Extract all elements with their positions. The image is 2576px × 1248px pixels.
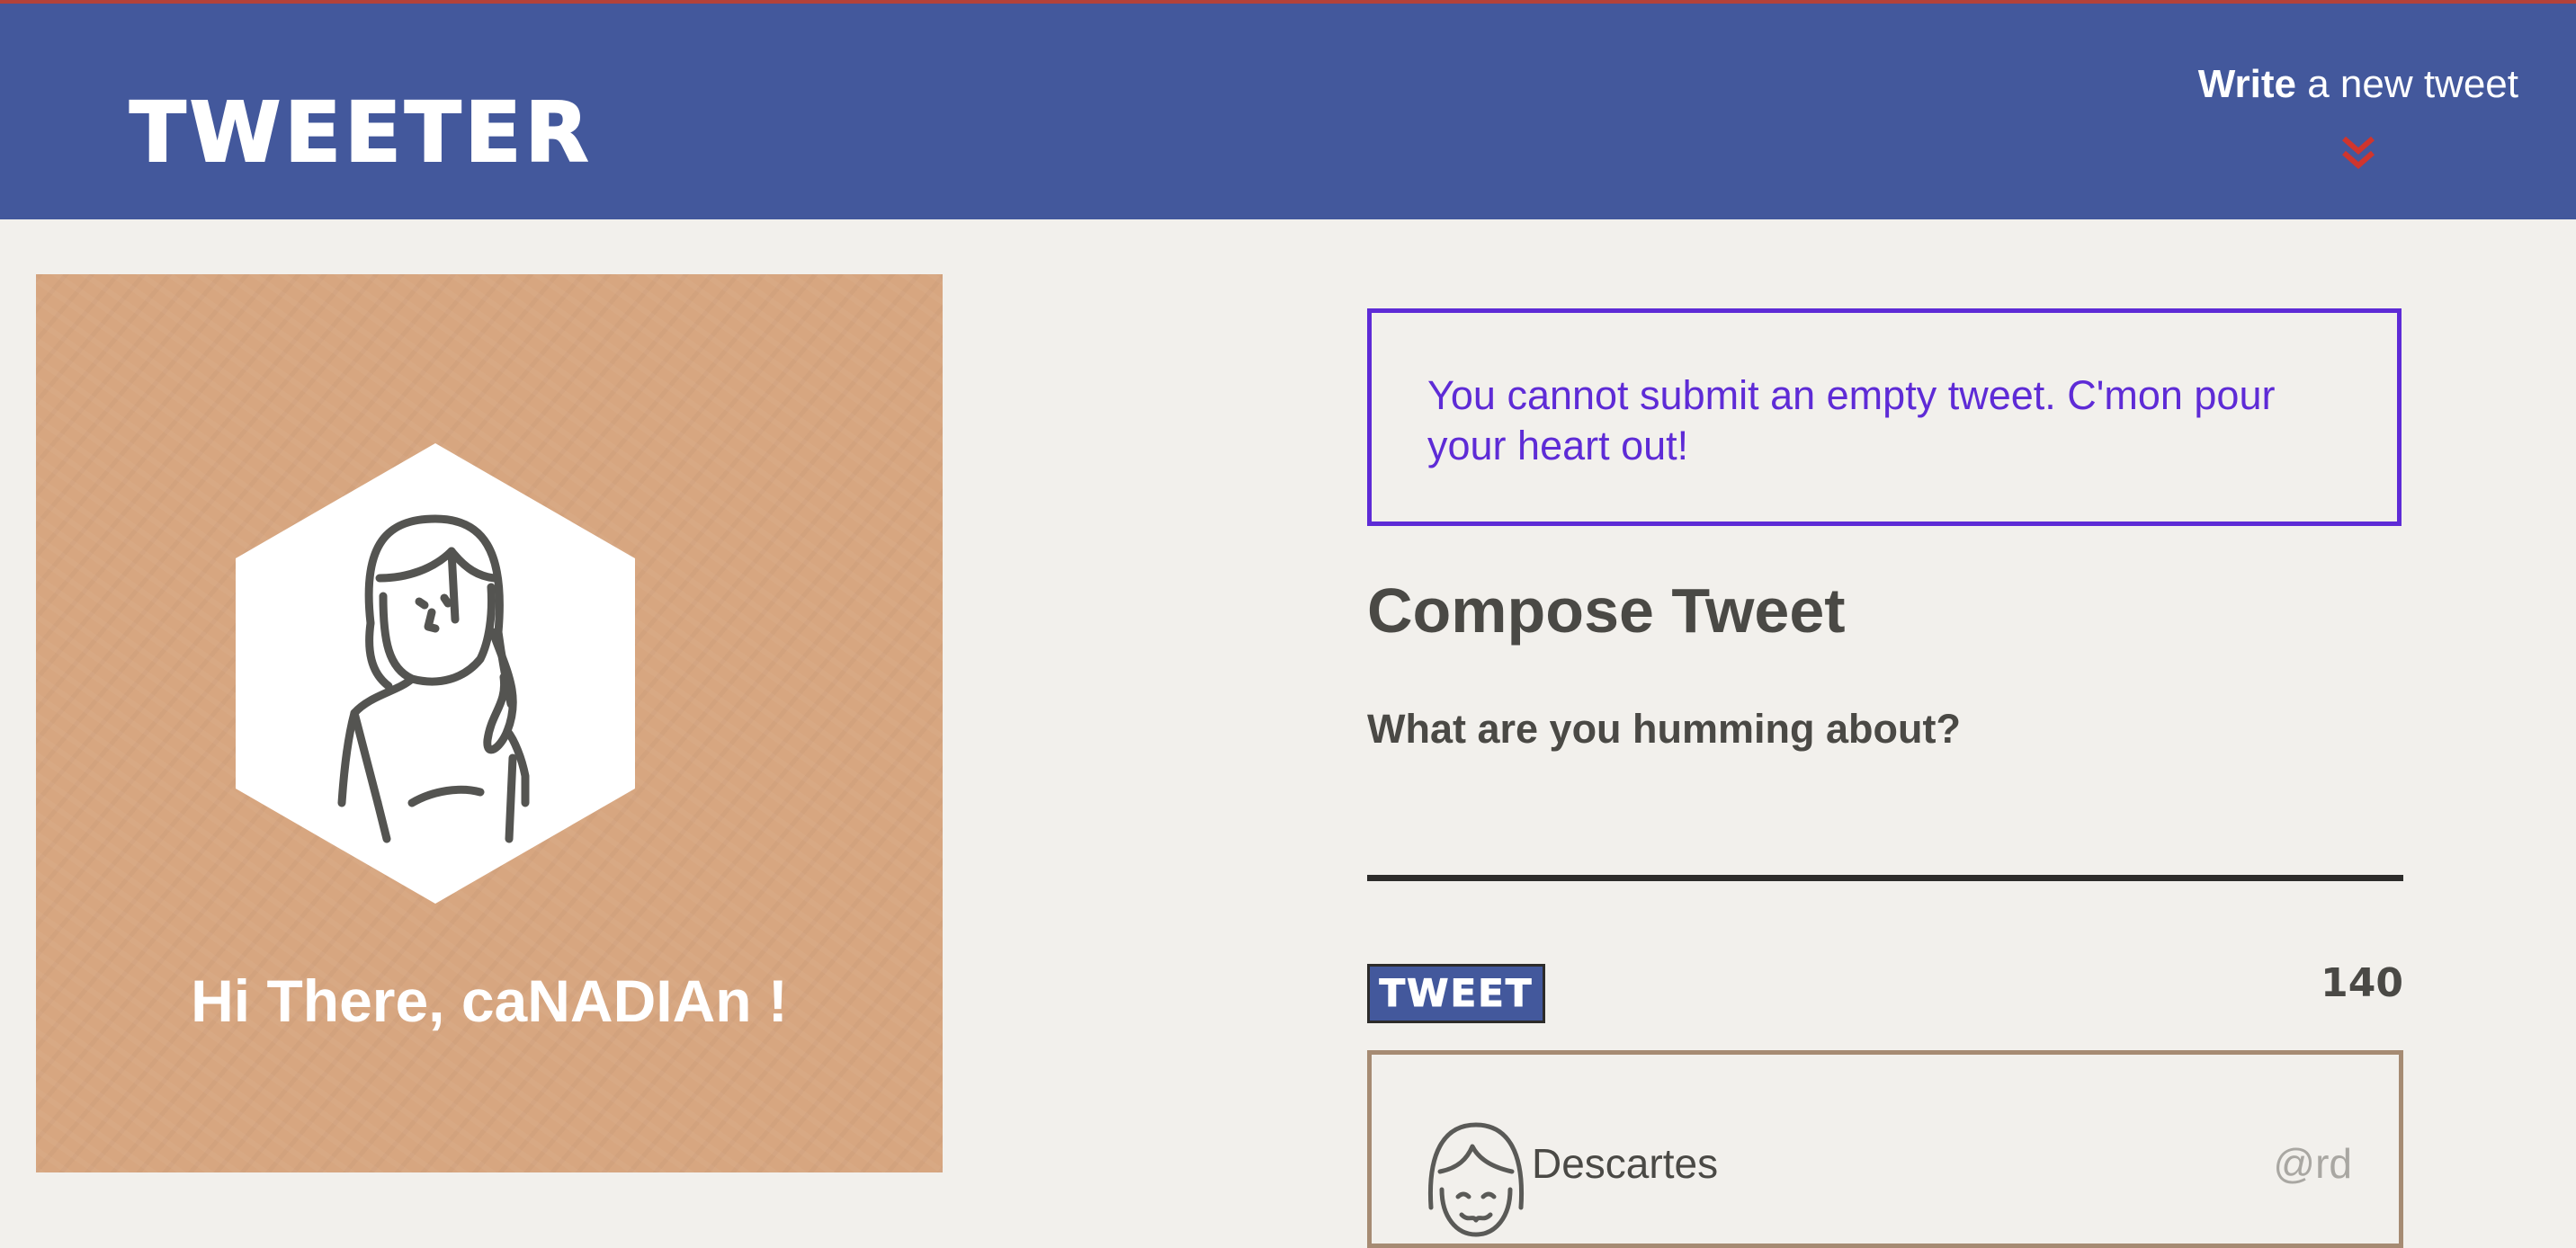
profile-greeting: Hi There, caNADIAn ! xyxy=(191,967,788,1034)
write-new-tweet-link[interactable]: Write a new tweet xyxy=(2141,62,2518,106)
write-link-rest: a new tweet xyxy=(2295,62,2518,106)
brand-logo[interactable]: TWEETER xyxy=(129,91,592,175)
tweet-card: Descartes @rd xyxy=(1367,1050,2403,1248)
compose-title: Compose Tweet xyxy=(1367,575,1846,646)
profile-card: Hi There, caNADIAn ! xyxy=(36,274,943,1172)
woman-avatar-icon xyxy=(236,443,635,904)
write-link-bold: Write xyxy=(2197,62,2296,106)
navbar: TWEETER xyxy=(0,4,2576,219)
compose-prompt-label: What are you humming about? xyxy=(1367,706,1961,752)
tweet-author-name: Descartes xyxy=(1532,1140,1719,1187)
user-avatar-icon xyxy=(1427,1122,1525,1237)
tweet-text-input[interactable] xyxy=(1367,764,2403,881)
tweet-author-handle: @rd xyxy=(2273,1140,2352,1187)
double-chevron-down-icon[interactable] xyxy=(2340,135,2376,171)
tweet-submit-button[interactable]: TWEET xyxy=(1367,964,1545,1023)
error-message: You cannot submit an empty tweet. C'mon … xyxy=(1367,308,2402,526)
character-counter: 140 xyxy=(2321,960,2403,1006)
